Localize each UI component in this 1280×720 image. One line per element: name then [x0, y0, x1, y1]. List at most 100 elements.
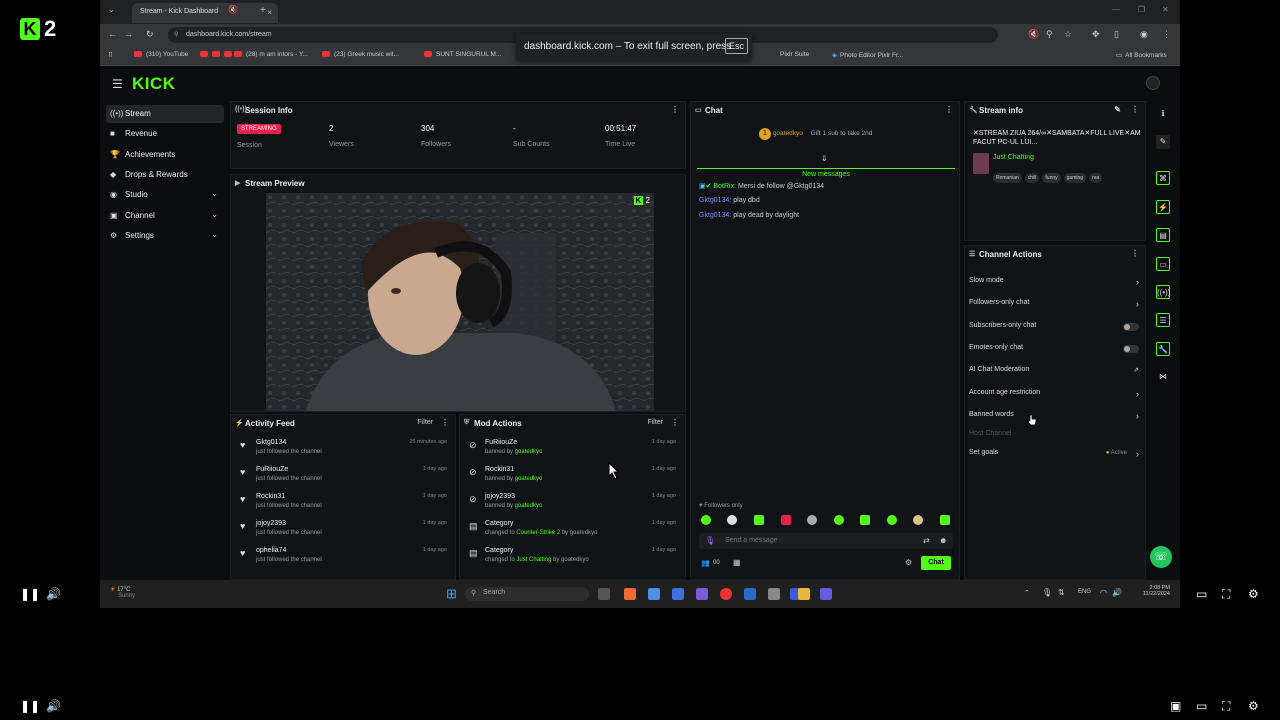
wrench-icon[interactable]: 🔧	[1156, 342, 1170, 356]
more-options-icon[interactable]: ⋮	[671, 105, 679, 114]
maximize-icon[interactable]: ❐	[1138, 5, 1145, 14]
more-options-icon[interactable]: ⋮	[1131, 249, 1139, 258]
layout-icon[interactable]: ⌘	[1156, 171, 1170, 185]
cast-icon[interactable]: ▭	[1196, 699, 1207, 713]
browser-menu-icon[interactable]: ⋮	[1162, 29, 1171, 40]
lightning-icon[interactable]: ⚡	[1156, 200, 1170, 214]
emote-icon[interactable]	[807, 515, 817, 525]
sidebar-item-studio[interactable]: ◉ Studio ⌄	[106, 186, 224, 204]
tab-list-chevron-icon[interactable]: ⌄	[108, 5, 115, 14]
ai-moderation-row[interactable]: AI Chat Moderation ⇗	[969, 366, 1141, 384]
support-chat-icon[interactable]: ☏	[1150, 546, 1172, 568]
calendar-icon[interactable]: ▦	[733, 558, 741, 567]
translate-icon[interactable]: ⇄	[923, 536, 930, 545]
reload-icon[interactable]: ↻	[146, 29, 154, 40]
bookmark-4[interactable]: (23) Greek music wit...	[322, 51, 399, 58]
pause-icon[interactable]: ❚❚	[20, 587, 40, 601]
bookmark-6[interactable]: Pixlr Suite	[780, 51, 809, 58]
gear-icon[interactable]: ⚙	[1248, 699, 1259, 713]
clock[interactable]: 2:08 PM 11/22/2024	[1130, 585, 1170, 597]
sidebar-item-revenue[interactable]: ■ Revenue	[106, 125, 224, 143]
mic-tray-icon[interactable]: 🎙	[1042, 588, 1052, 597]
app-icon[interactable]	[672, 588, 684, 600]
emote-icon[interactable]	[860, 515, 870, 525]
emote-icon[interactable]	[834, 515, 844, 525]
discord-icon[interactable]	[696, 588, 708, 600]
set-goals-row[interactable]: Set goals ● Active ›	[969, 449, 1141, 467]
emote-icon[interactable]	[727, 515, 737, 525]
wifi-icon[interactable]: ◠	[1100, 588, 1107, 597]
new-tab-icon[interactable]: +	[260, 5, 266, 16]
weather-widget[interactable]: ☀ 17°C Sunny	[110, 586, 135, 599]
account-age-row[interactable]: Account age restriction ›	[969, 389, 1141, 407]
brave-icon[interactable]	[624, 588, 636, 600]
volume-icon[interactable]: 🔊	[1112, 588, 1122, 597]
share-icon[interactable]: ⋈	[1156, 370, 1170, 384]
more-options-icon[interactable]: ⋮	[1131, 105, 1139, 114]
extensions-icon[interactable]: ✥	[1092, 29, 1100, 40]
edit-icon[interactable]: ✎	[1114, 105, 1121, 114]
bookmark-3[interactable]: (28) m am intors - Y...	[234, 51, 308, 58]
more-options-icon[interactable]: ⋮	[671, 418, 679, 427]
tab-close-icon[interactable]: ×	[267, 8, 272, 17]
back-icon[interactable]: ←	[108, 29, 117, 39]
window-close-icon[interactable]: ✕	[1162, 5, 1169, 14]
tab-mute-icon[interactable]: 🔇	[228, 5, 238, 14]
info-icon[interactable]: ℹ	[1156, 107, 1170, 121]
chat-input[interactable]: 🎙 Send a message ⇄ ☻	[699, 533, 953, 549]
emotes-only-toggle[interactable]	[1123, 345, 1139, 353]
minimize-icon[interactable]: —	[1112, 5, 1120, 14]
send-chat-button[interactable]: Chat	[921, 556, 951, 570]
emote-icon[interactable]	[754, 515, 764, 525]
pip-icon[interactable]: ▣	[1170, 699, 1181, 713]
fullscreen-icon[interactable]: ⛶	[1222, 587, 1230, 602]
language-indicator[interactable]: ENG	[1078, 589, 1091, 595]
mute-site-icon[interactable]: 🔇	[1028, 29, 1039, 40]
app-icon[interactable]	[768, 588, 780, 600]
teams-icon[interactable]	[820, 588, 832, 600]
stream-preview-video[interactable]: K 2	[266, 193, 654, 411]
user-avatar[interactable]	[1146, 76, 1160, 90]
bookmark-5[interactable]: SUNT SINGURUL M...	[424, 51, 501, 58]
mod-filter-button[interactable]: Filter	[647, 419, 663, 426]
network-tray-icon[interactable]: ⇅	[1058, 588, 1065, 597]
chevron-up-icon[interactable]: ⌃	[1024, 589, 1030, 597]
chat-settings-icon[interactable]: ⚙	[905, 558, 912, 567]
split-view-icon[interactable]: ▯	[1114, 29, 1119, 40]
volume-icon[interactable]: 🔊	[46, 587, 61, 601]
emote-icon[interactable]	[940, 515, 950, 525]
bookmark-7[interactable]: ◈ Photo Editor Pixlr Fr...	[832, 51, 903, 59]
forward-icon[interactable]: →	[124, 29, 133, 39]
all-bookmarks[interactable]: ▭ All Bookmarks	[1116, 51, 1167, 59]
menu-icon[interactable]: ☰	[112, 77, 123, 91]
more-options-icon[interactable]: ⋮	[441, 418, 449, 427]
emoji-icon[interactable]: ☻	[939, 536, 947, 545]
volume-icon[interactable]: 🔊	[46, 699, 61, 713]
app-icon[interactable]	[648, 588, 660, 600]
gear-icon[interactable]: ⚙	[1248, 587, 1259, 601]
bookmark-star-icon[interactable]: ☆	[1064, 29, 1072, 40]
emote-icon[interactable]	[913, 515, 923, 525]
chevron-down-icon[interactable]: ⇓	[821, 154, 828, 163]
banned-words-row[interactable]: Banned words ›	[969, 411, 1141, 429]
windows-start-icon[interactable]: ⊞	[446, 586, 457, 602]
folder-icon[interactable]	[798, 588, 810, 600]
taskbar-search[interactable]: ⚲ Search	[465, 587, 589, 601]
emote-icon[interactable]	[887, 515, 897, 525]
sidebar-item-stream[interactable]: ((•)) Stream	[106, 105, 224, 123]
broadcast-icon[interactable]: ((•))	[1156, 285, 1170, 299]
sidebar-item-drops[interactable]: ◆ Drops & Rewards	[106, 166, 224, 184]
more-options-icon[interactable]: ⋮	[945, 105, 953, 114]
stream-category[interactable]: Just Chatting	[993, 154, 1034, 161]
sidebar-item-settings[interactable]: ⚙ Settings ⌄	[106, 227, 224, 245]
followers-only-row[interactable]: Followers-only chat ›	[969, 299, 1141, 317]
kick-logo[interactable]: KICK	[132, 74, 176, 94]
mic-icon[interactable]: 🎙	[705, 536, 715, 545]
list-icon[interactable]: ☰	[1156, 313, 1170, 327]
sidebar-item-channel[interactable]: ▣ Channel ⌄	[106, 207, 224, 225]
cast-icon[interactable]: ▭	[1196, 587, 1207, 601]
bookmark-1[interactable]: (310) YouTube	[134, 51, 188, 58]
subscribers-only-toggle[interactable]	[1123, 323, 1139, 331]
sidebar-item-achievements[interactable]: 🏆 Achievements	[106, 146, 224, 164]
notes-icon[interactable]: ▤	[1156, 228, 1170, 242]
